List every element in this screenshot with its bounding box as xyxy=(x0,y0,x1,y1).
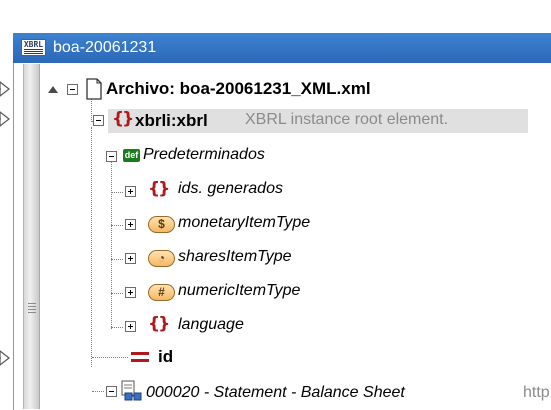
pin-arrow-icon[interactable] xyxy=(0,110,12,128)
tree-item-label[interactable]: sharesItemType xyxy=(178,248,292,266)
collapse-toggle[interactable] xyxy=(106,151,117,162)
expand-toggle[interactable] xyxy=(125,219,136,230)
document-icon xyxy=(86,78,102,100)
dollar-type-icon: $ xyxy=(148,216,175,233)
tree-item-label[interactable]: ids. generados xyxy=(178,180,283,198)
attribute-equals-icon xyxy=(131,352,149,362)
expand-toggle[interactable] xyxy=(125,287,136,298)
xbrl-icon-label: XBRL xyxy=(23,40,44,49)
collapse-toggle[interactable] xyxy=(93,115,104,126)
def-badge-icon: def xyxy=(123,149,140,162)
collapse-arrow-icon[interactable] xyxy=(47,84,59,94)
expand-toggle[interactable] xyxy=(125,321,136,332)
statement-link-fragment: http xyxy=(523,384,550,401)
braces-icon: {} xyxy=(148,314,170,334)
tree-item-label[interactable]: language xyxy=(178,316,244,334)
defaults-label[interactable]: Predeterminados xyxy=(143,146,265,164)
side-pane-strip[interactable] xyxy=(23,64,40,409)
root-element-description: XBRL instance root element. xyxy=(245,111,449,128)
pin-arrow-icon[interactable] xyxy=(0,80,12,98)
id-attribute-label[interactable]: id xyxy=(158,347,173,367)
pane-grip-handle[interactable] xyxy=(28,303,36,314)
hash-type-icon: # xyxy=(148,284,175,301)
expand-toggle[interactable] xyxy=(125,186,136,197)
shares-type-icon: ◔ xyxy=(148,250,175,267)
tree-item-label[interactable]: numericItemType xyxy=(178,282,300,300)
root-element-label[interactable]: xbrli:xbrl xyxy=(135,111,208,131)
window-titlebar[interactable]: XBRL boa-20061231 xyxy=(13,33,551,63)
collapse-toggle[interactable] xyxy=(67,84,78,95)
file-label[interactable]: Archivo: boa-20061231_XML.xml xyxy=(106,79,371,99)
collapse-toggle[interactable] xyxy=(106,386,117,397)
element-braces-icon: {} xyxy=(112,109,134,129)
window-title: boa-20061231 xyxy=(53,39,157,56)
expand-toggle[interactable] xyxy=(125,253,136,264)
pin-arrow-icon[interactable] xyxy=(0,349,12,367)
xbrl-file-icon: XBRL xyxy=(21,39,46,56)
tree-item-label[interactable]: monetaryItemType xyxy=(178,214,310,232)
statement-label[interactable]: 000020 - Statement - Balance Sheet xyxy=(146,384,405,402)
braces-icon: {} xyxy=(148,179,170,199)
network-hierarchy-icon xyxy=(121,380,142,401)
